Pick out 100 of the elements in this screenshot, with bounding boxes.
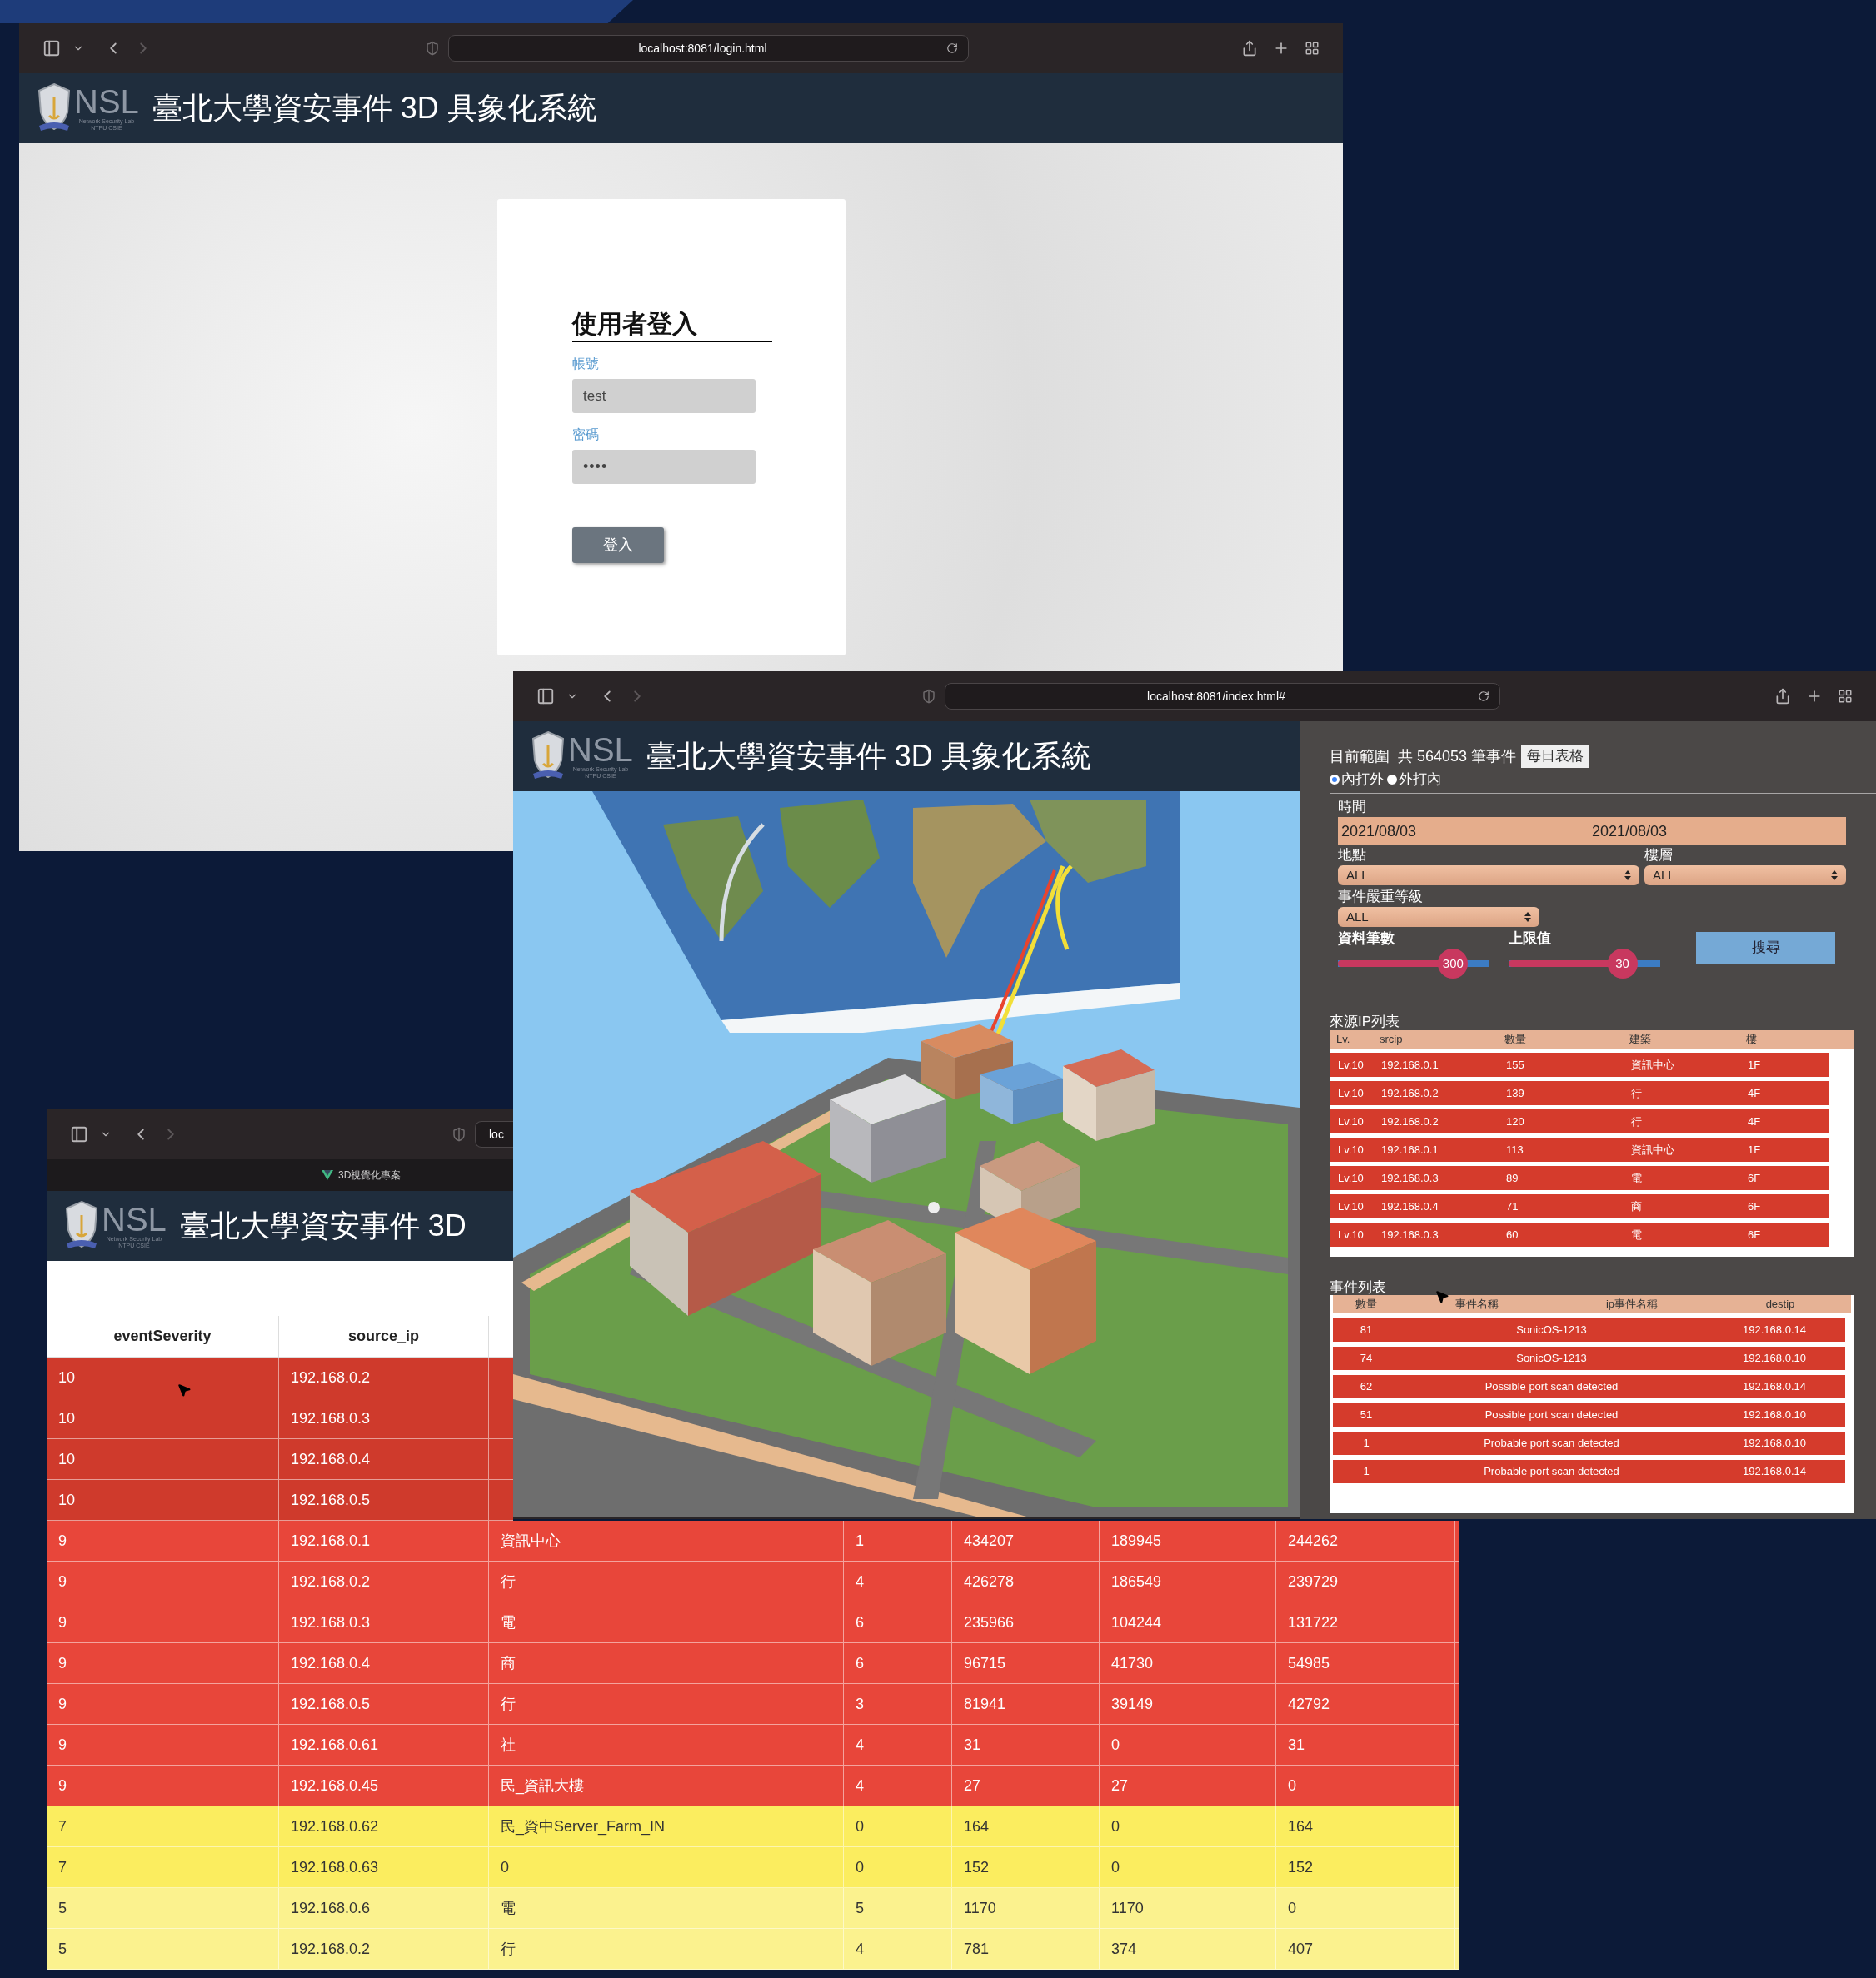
event-row[interactable]: 1 Probable port scan detected 192.168.0.10 [1333,1432,1845,1455]
search-button[interactable]: 搜尋 [1696,932,1835,964]
table-row[interactable]: 7 192.168.0.63 0 0 152 0 152 [47,1847,1459,1888]
source-ip-row[interactable]: Lv.10 192.168.0.2 139 行 4F [1330,1081,1829,1105]
table-cell-text: 行 [501,1694,516,1714]
shield-icon[interactable] [452,1127,467,1142]
column-header: 數量 [1355,1297,1377,1313]
table-cell-text: 9 [58,1694,67,1714]
column-header: ip事件名稱 [1605,1297,1659,1313]
radio-label: 外打內 [1399,770,1441,790]
address-bar[interactable]: localhost:8081/login.html [448,35,969,62]
column-header: 數量 [1504,1032,1527,1048]
radio-label: 內打外 [1341,770,1384,790]
source-ip-row[interactable]: Lv.10 192.168.0.2 120 行 4F [1330,1109,1829,1133]
table-row[interactable]: 7 192.168.0.62 民_資中Server_Farm_IN 0 164 0 164 [47,1806,1459,1847]
event-row[interactable]: 1 Probable port scan detected 192.168.0.14 [1333,1460,1845,1483]
table-row[interactable]: 9 192.168.0.1 資訊中心 1 434207 189945 244262 [47,1521,1459,1562]
table-cell-text: 434207 [964,1531,1015,1551]
table-cell-text: 164 [964,1816,990,1836]
table-row[interactable]: 10 192.168.0.4 [47,1439,513,1480]
table-cell-text: 電 [501,1898,516,1918]
tabs-overview-icon[interactable] [1838,689,1853,704]
sidebar-icon[interactable] [70,1125,88,1143]
table-row[interactable]: 9 192.168.0.5 行 3 81941 39149 42792 [47,1684,1459,1725]
table-cell-text: 27 [964,1776,981,1796]
column-header: 事件名稱 [1455,1297,1499,1313]
table-row[interactable]: 5 192.168.0.6 電 5 1170 1170 0 [47,1888,1459,1929]
username-field[interactable]: test [572,379,756,413]
table-row[interactable]: 9 192.168.0.61 社 4 31 0 31 [47,1725,1459,1766]
source-ip-row[interactable]: Lv.10 192.168.0.3 60 電 6F [1330,1223,1829,1247]
shield-icon[interactable] [921,689,936,704]
event-row[interactable]: 81 SonicOS-1213 192.168.0.14 [1333,1318,1845,1342]
field-label: 樓層 [1644,846,1674,864]
radio-button[interactable] [1387,775,1397,785]
event-row[interactable]: 51 Possible port scan detected 192.168.0.10 [1333,1403,1845,1427]
table-cell-text: 民_資中Server_Farm_IN [501,1816,666,1837]
table-cell-text: 7 [58,1857,67,1877]
table-cell-text: 244262 [1288,1531,1339,1551]
table-cell-text: 1170 [1111,1898,1144,1918]
source-ip-row[interactable]: Lv.10 192.168.0.1 155 資訊中心 1F [1330,1053,1829,1077]
table-cell-text: 27 [1111,1776,1129,1796]
tab-title[interactable]: 3D視覺化專案 [338,1168,402,1183]
table-cell-text: 192.168.0.2 [291,1368,371,1388]
table-row[interactable]: 9 192.168.0.2 行 4 426278 186549 239729 [47,1562,1459,1602]
slider-thumb[interactable]: 300 [1438,949,1469,979]
daily-table-button[interactable]: 每日表格 [1521,745,1590,768]
table-row[interactable]: 10 192.168.0.3 [47,1398,513,1439]
source-ip-row[interactable]: Lv.10 192.168.0.3 89 電 6F [1330,1166,1829,1190]
table-cell-text: 192.168.0.6 [291,1898,371,1918]
slider-track[interactable]: 300 [1338,949,1489,979]
table-cell-text: 9 [58,1612,67,1632]
reload-icon[interactable] [946,42,958,54]
table-cell-text: 1 [856,1531,864,1551]
radio-button[interactable] [1330,775,1340,785]
address-bar[interactable]: localhost:8081/index.html# [944,683,1500,710]
table-row[interactable]: 9 192.168.0.3 電 6 235966 104244 131722 [47,1602,1459,1643]
column-header[interactable]: source_ip [279,1316,489,1357]
column-header[interactable]: eventSeverity [47,1316,279,1357]
table-cell-text: 192.168.0.5 [291,1694,371,1714]
slider-thumb[interactable]: 30 [1607,949,1638,979]
table-cell-text: 6 [856,1612,864,1632]
table-row[interactable]: 5 192.168.0.2 行 4 781 374 407 [47,1929,1459,1970]
select-field[interactable]: ALL [1338,907,1539,927]
event-row[interactable]: 74 SonicOS-1213 192.168.0.10 [1333,1347,1845,1370]
app-title: 臺北大學資安事件 3D [179,1208,467,1244]
date-range-field[interactable]: 2021/08/03 2021/08/03 [1338,817,1846,845]
table-row[interactable]: 10 192.168.0.2 [47,1358,513,1398]
shield-icon[interactable] [425,41,440,56]
share-icon[interactable] [1241,40,1258,57]
login-button[interactable]: 登入 [572,527,664,563]
event-row[interactable]: 62 Possible port scan detected 192.168.0.14 [1333,1375,1845,1398]
table-cell-text: 電 [501,1612,516,1632]
select-field[interactable]: ALL [1644,865,1846,885]
table-cell-text: 0 [501,1857,509,1877]
source-ip-row[interactable]: Lv.10 192.168.0.4 71 商 6F [1330,1194,1829,1218]
table-cell-text: 0 [856,1857,864,1877]
campus-3d-scene-drawing[interactable] [513,791,1300,1517]
select-field[interactable]: ALL [1338,865,1639,885]
table-row[interactable]: 10 192.168.0.5 [47,1480,513,1521]
field-label: 事件嚴重等級 [1338,888,1424,906]
table-cell-text: 9 [58,1735,67,1755]
table-cell-text: 39149 [1111,1694,1154,1714]
table-cell-text: 192.168.0.5 [291,1490,371,1510]
column-header: 樓 [1746,1032,1758,1048]
address-bar[interactable]: loc [475,1121,513,1148]
column-header: 建築 [1629,1032,1652,1048]
password-field[interactable]: •••• [572,450,756,484]
table-row[interactable]: 9 192.168.0.4 商 6 96715 41730 54985 [47,1643,1459,1684]
table-cell-text: 7 [58,1816,67,1836]
share-icon[interactable] [1774,688,1791,705]
table-row[interactable]: 9 192.168.0.45 民_資訊大樓 4 27 27 0 [47,1766,1459,1806]
sidebar-icon[interactable] [42,39,61,57]
table-cell-text: 9 [58,1776,67,1796]
reload-icon[interactable] [1477,690,1489,702]
tabs-overview-icon[interactable] [1305,41,1320,56]
sidebar-icon[interactable] [536,687,555,705]
table-cell-text: 0 [1288,1776,1296,1796]
logo-text: NSL [74,85,139,118]
slider-track[interactable]: 30 [1509,949,1660,979]
source-ip-row[interactable]: Lv.10 192.168.0.1 113 資訊中心 1F [1330,1138,1829,1162]
